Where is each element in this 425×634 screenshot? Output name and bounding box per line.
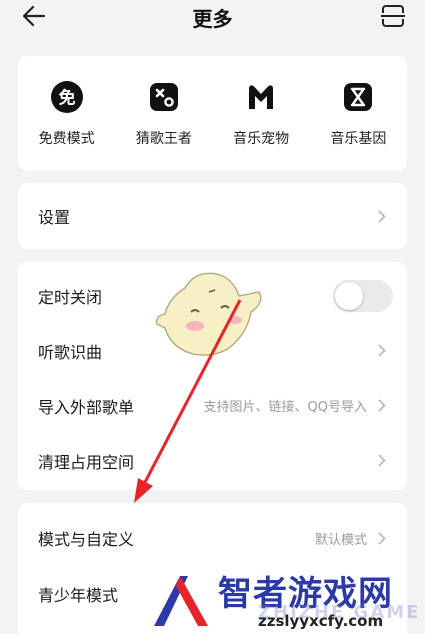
page-title: 更多 — [192, 7, 233, 31]
quick-entry-label: 音乐基因 — [330, 131, 387, 147]
timer-off-toggle[interactable] — [333, 279, 393, 312]
toggle-knob — [335, 281, 363, 310]
quick-entry-label: 猜歌王者 — [135, 131, 192, 147]
chevron-right-icon — [377, 399, 387, 413]
mode-custom-hint: 默认模式 — [314, 532, 367, 548]
quick-entry-music-pet[interactable]: 音乐宠物 — [213, 56, 310, 171]
timer-off-row: 定时关闭 — [18, 268, 407, 323]
song-recognition-row[interactable]: 听歌识曲 — [18, 323, 407, 378]
settings-label: 设置 — [38, 208, 71, 227]
quick-entry-label: 音乐宠物 — [233, 131, 290, 147]
quick-entries-card: 免 免费模式 猜歌王者 音乐宠物 音乐基因 — [18, 56, 407, 171]
timer-off-label: 定时关闭 — [38, 287, 103, 307]
clean-storage-label: 清理占用空间 — [38, 452, 135, 472]
clean-storage-row[interactable]: 清理占用空间 — [18, 433, 407, 488]
chevron-right-icon — [377, 531, 387, 545]
mode-custom-label: 模式与自定义 — [38, 530, 135, 549]
import-playlist-row[interactable]: 导入外部歌单 支持图片、链接、QQ号导入 — [18, 378, 407, 433]
quick-entry-free-mode[interactable]: 免 免费模式 — [18, 56, 115, 171]
top-bar: 更多 — [0, 0, 425, 34]
settings-row[interactable]: 设置 — [18, 183, 407, 249]
quick-entry-guess-song[interactable]: 猜歌王者 — [115, 56, 212, 171]
song-recognition-label: 听歌识曲 — [38, 342, 103, 362]
free-mode-icon: 免 — [50, 80, 84, 114]
scan-icon — [381, 5, 405, 27]
tools-card: 定时关闭 听歌识曲 导入外部歌单 支持图片、链接、QQ号导入 清理占用空间 — [18, 262, 407, 490]
guess-song-icon — [147, 80, 181, 114]
quick-entry-music-gene[interactable]: 音乐基因 — [310, 56, 407, 171]
import-playlist-hint: 支持图片、链接、QQ号导入 — [203, 400, 367, 415]
import-playlist-label: 导入外部歌单 — [38, 397, 135, 417]
teen-mode-row[interactable]: 青少年模式 — [18, 566, 407, 622]
chevron-right-icon — [377, 209, 387, 223]
settings-card: 设置 — [18, 183, 407, 249]
music-pet-icon — [244, 80, 278, 114]
mode-custom-row[interactable]: 模式与自定义 默认模式 — [18, 510, 407, 566]
teen-mode-label: 青少年模式 — [38, 586, 119, 605]
mode-card: 模式与自定义 默认模式 青少年模式 — [18, 503, 407, 634]
scan-button[interactable] — [379, 3, 407, 29]
chevron-right-icon — [377, 454, 387, 468]
music-gene-icon — [341, 80, 375, 114]
chevron-right-icon — [377, 344, 387, 358]
quick-entry-label: 免费模式 — [38, 131, 95, 147]
svg-text:免: 免 — [58, 88, 75, 109]
